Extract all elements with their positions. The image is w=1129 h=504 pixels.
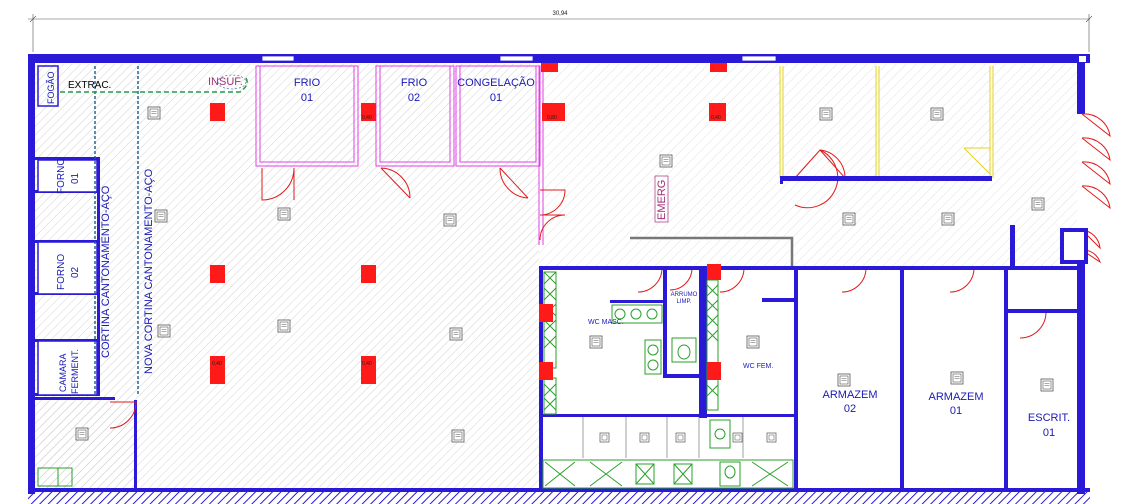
label-congelacao-a: CONGELAÇÃO — [457, 76, 535, 89]
label-arrumo-b: LIMP. — [677, 299, 692, 305]
label-frio01-a: FRIO — [294, 77, 321, 89]
label-wc-masc: WC MASC. — [588, 319, 624, 326]
label-forno02-b: 02 — [70, 266, 81, 278]
label-armazem02-b: 02 — [844, 403, 856, 415]
label-camara-b: FERMENT. — [70, 349, 80, 394]
label-forno01-b: 01 — [70, 172, 81, 184]
label-arrumo-a: ARRUMO — [671, 292, 698, 298]
label-escrit-b: 01 — [1043, 427, 1055, 439]
label-camara-a: CAMARA — [58, 353, 68, 392]
svg-text:0,40: 0,40 — [362, 115, 372, 121]
label-forno01-a: FORNO — [56, 158, 67, 194]
svg-text:0,40: 0,40 — [212, 361, 222, 367]
label-insuf: INSUF. — [208, 76, 243, 88]
svg-text:0,80: 0,80 — [547, 115, 557, 121]
svg-text:0,40: 0,40 — [711, 115, 721, 121]
label-armazem01-b: 01 — [950, 405, 962, 417]
floor-plan: 30,94 0,40 0,40 0,80 0,40 0,40 FOGÃO EXT… — [28, 11, 1111, 504]
label-extrac: EXTRAC. — [68, 80, 111, 91]
overall-dimension-text: 30,94 — [552, 11, 568, 17]
svg-text:0,40: 0,40 — [362, 361, 372, 367]
label-armazem01-a: ARMAZEM — [929, 391, 984, 403]
label-congelacao-b: 01 — [490, 92, 502, 104]
label-wc-fem: WC FEM. — [743, 363, 773, 370]
circulation-floor — [539, 64, 1077, 268]
label-emerg: EMERG — [656, 180, 668, 220]
label-fogao: FOGÃO — [46, 71, 56, 104]
label-frio02-b: 02 — [408, 92, 420, 104]
label-armazem02-a: ARMAZEM — [823, 389, 878, 401]
label-cortina: CORTINA CANTONAMENTO-AÇO — [100, 185, 112, 358]
label-forno02-a: FORNO — [56, 254, 67, 290]
label-nova-cortina: NOVA CORTINA CANTONAMENTO-AÇO — [143, 168, 155, 374]
overall-dimension: 30,94 — [28, 11, 1093, 52]
label-escrit-a: ESCRIT. — [1028, 412, 1070, 424]
label-frio02-a: FRIO — [401, 77, 428, 89]
label-frio01-b: 01 — [301, 92, 313, 104]
